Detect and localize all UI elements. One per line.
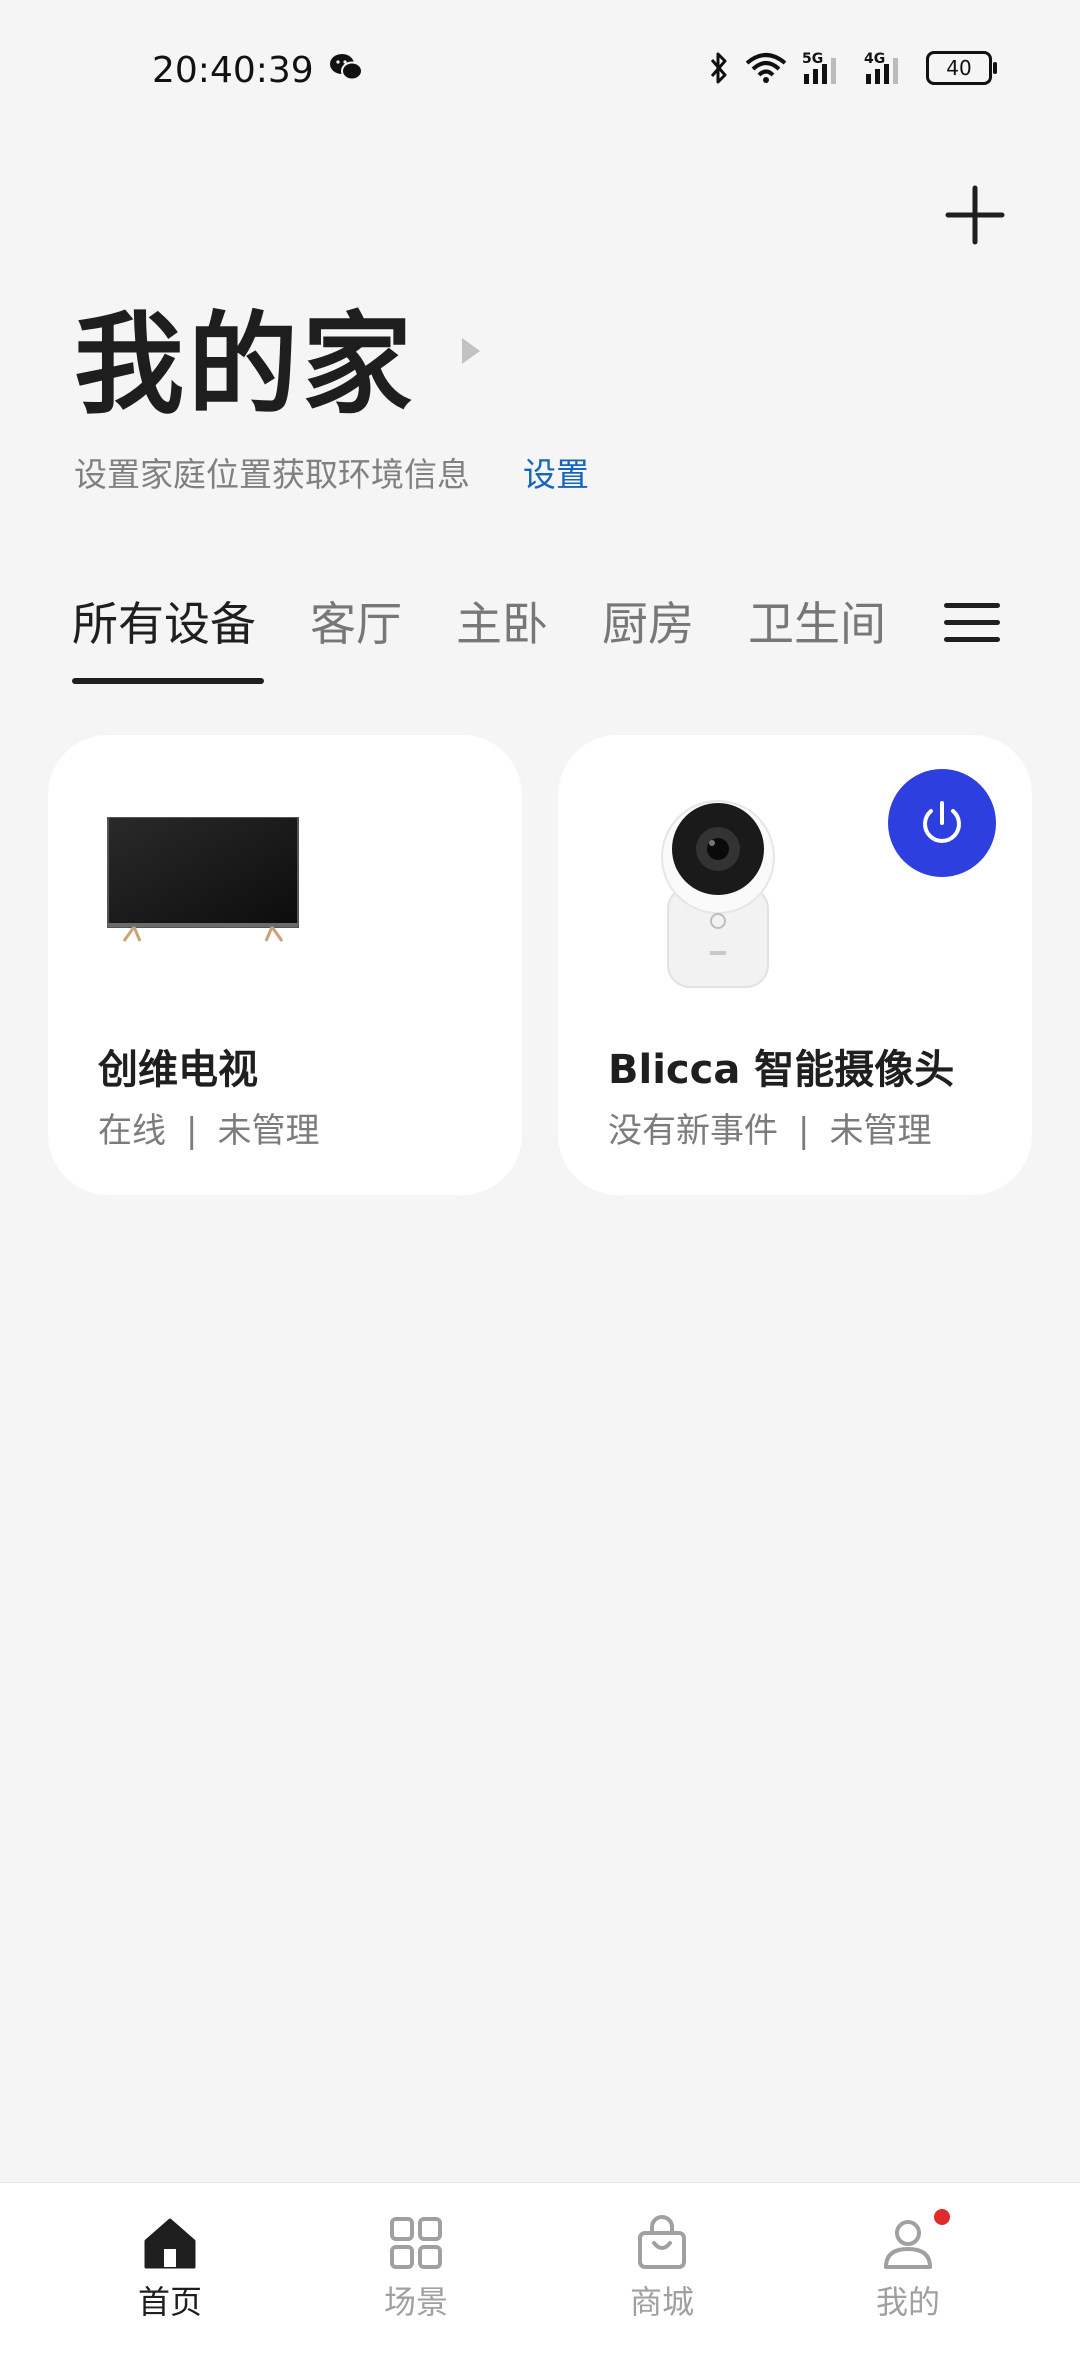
nav-profile[interactable]: 我的 bbox=[828, 2209, 988, 2323]
location-settings-link[interactable]: 设置 bbox=[523, 448, 589, 496]
tab-bathroom[interactable]: 卫生间 bbox=[748, 588, 886, 654]
tab-all-devices[interactable]: 所有设备 bbox=[72, 588, 256, 654]
device-status: 没有新事件 | 未管理 bbox=[608, 1103, 931, 1152]
menu-icon[interactable] bbox=[944, 603, 1000, 643]
signal-4g-icon: 4G bbox=[864, 51, 898, 84]
power-button[interactable] bbox=[888, 769, 996, 877]
bottom-nav: 首页 场景 商城 我的 bbox=[0, 2182, 1080, 2371]
wechat-icon bbox=[330, 54, 363, 81]
battery-level: 40 bbox=[946, 56, 972, 80]
nav-store[interactable]: 商城 bbox=[582, 2215, 742, 2323]
location-hint: 设置家庭位置获取环境信息 bbox=[74, 455, 470, 494]
nav-scenes[interactable]: 场景 bbox=[336, 2215, 496, 2323]
device-card-camera[interactable]: Blicca 智能摄像头 没有新事件 | 未管理 bbox=[558, 735, 1032, 1195]
tab-living-room[interactable]: 客厅 bbox=[310, 588, 402, 654]
room-tabs: 所有设备 客厅 主卧 厨房 卫生间 bbox=[72, 588, 940, 654]
power-icon bbox=[923, 801, 961, 843]
device-management-status: 未管理 bbox=[217, 1111, 320, 1151]
nav-label: 商城 bbox=[629, 2283, 694, 2321]
caret-right-icon[interactable] bbox=[460, 336, 482, 366]
svg-text:4G: 4G bbox=[864, 51, 885, 67]
tab-kitchen[interactable]: 厨房 bbox=[602, 588, 694, 654]
device-name: 创维电视 bbox=[98, 1047, 258, 1093]
grid-icon bbox=[390, 2217, 442, 2269]
device-status: 在线 | 未管理 bbox=[98, 1103, 319, 1152]
person-icon bbox=[884, 2220, 932, 2269]
device-event-status: 没有新事件 bbox=[608, 1111, 778, 1151]
nav-label: 场景 bbox=[383, 2283, 448, 2321]
add-button[interactable] bbox=[940, 180, 1010, 250]
notification-badge bbox=[934, 2209, 950, 2225]
nav-label: 首页 bbox=[137, 2283, 202, 2321]
tv-image bbox=[107, 817, 299, 942]
status-separator: | bbox=[798, 1111, 810, 1151]
nav-home[interactable]: 首页 bbox=[90, 2215, 250, 2323]
home-icon bbox=[144, 2218, 196, 2269]
signal-5g-icon: 5G bbox=[802, 51, 836, 84]
tab-master-bedroom[interactable]: 主卧 bbox=[456, 588, 548, 654]
status-icons: 5G 4G 40 bbox=[708, 50, 997, 86]
device-name: Blicca 智能摄像头 bbox=[608, 1047, 955, 1093]
status-time: 20:40:39 bbox=[152, 50, 314, 91]
active-tab-indicator bbox=[72, 678, 264, 684]
bluetooth-icon bbox=[710, 52, 727, 84]
nav-label: 我的 bbox=[875, 2283, 940, 2321]
battery-icon: 40 bbox=[926, 51, 997, 85]
status-separator: | bbox=[186, 1111, 198, 1151]
device-management-status: 未管理 bbox=[829, 1111, 932, 1151]
home-title[interactable]: 我的家 bbox=[74, 275, 416, 435]
device-online-status: 在线 bbox=[98, 1111, 166, 1151]
wifi-icon bbox=[745, 53, 787, 83]
shopping-bag-icon bbox=[638, 2215, 686, 2269]
camera-image bbox=[661, 800, 775, 988]
svg-text:5G: 5G bbox=[802, 51, 823, 67]
device-card-tv[interactable]: 创维电视 在线 | 未管理 bbox=[48, 735, 522, 1195]
status-bar: 20:40:39 5G 4G 40 bbox=[0, 0, 1080, 140]
